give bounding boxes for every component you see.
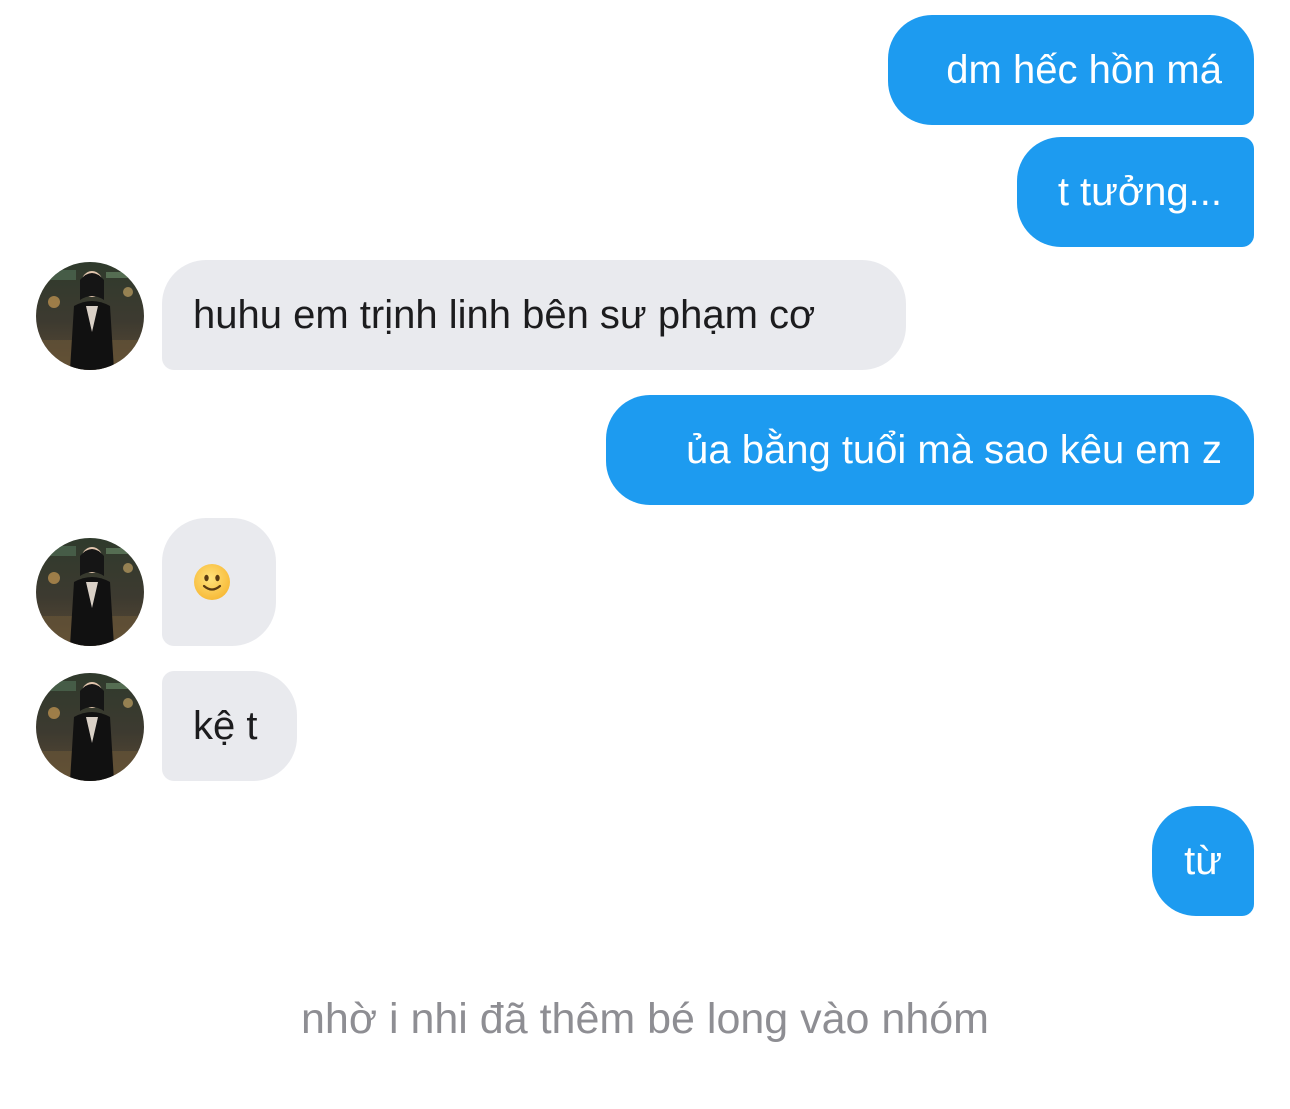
contact-avatar[interactable] xyxy=(36,538,144,646)
message-text: t tưởng... xyxy=(1057,170,1222,214)
message-text: từ xyxy=(1184,839,1222,883)
avatar-photo-icon xyxy=(36,538,144,646)
outgoing-message-bubble[interactable]: từ xyxy=(1152,806,1254,916)
avatar-photo-icon xyxy=(36,673,144,781)
incoming-message-bubble[interactable]: huhu em trịnh linh bên sư phạm cơ xyxy=(162,260,906,370)
message-text: dm hếc hồn má xyxy=(946,48,1222,92)
outgoing-message-bubble[interactable]: dm hếc hồn má xyxy=(888,15,1254,125)
group-system-notice: nhờ i nhi đã thêm bé long vào nhóm xyxy=(301,995,989,1043)
outgoing-message-bubble[interactable]: t tưởng... xyxy=(1017,137,1254,247)
message-text: kệ t xyxy=(193,704,258,748)
message-text: ủa bằng tuổi mà sao kêu em z xyxy=(686,428,1222,472)
avatar-photo-icon xyxy=(36,262,144,370)
contact-avatar[interactable] xyxy=(36,262,144,370)
outgoing-message-bubble[interactable]: ủa bằng tuổi mà sao kêu em z xyxy=(606,395,1254,505)
incoming-message-bubble[interactable]: kệ t xyxy=(162,671,297,781)
incoming-message-bubble[interactable] xyxy=(162,518,276,646)
slightly-smiling-face-emoji-icon xyxy=(193,563,231,601)
message-text: huhu em trịnh linh bên sư phạm cơ xyxy=(193,293,816,337)
contact-avatar[interactable] xyxy=(36,673,144,781)
